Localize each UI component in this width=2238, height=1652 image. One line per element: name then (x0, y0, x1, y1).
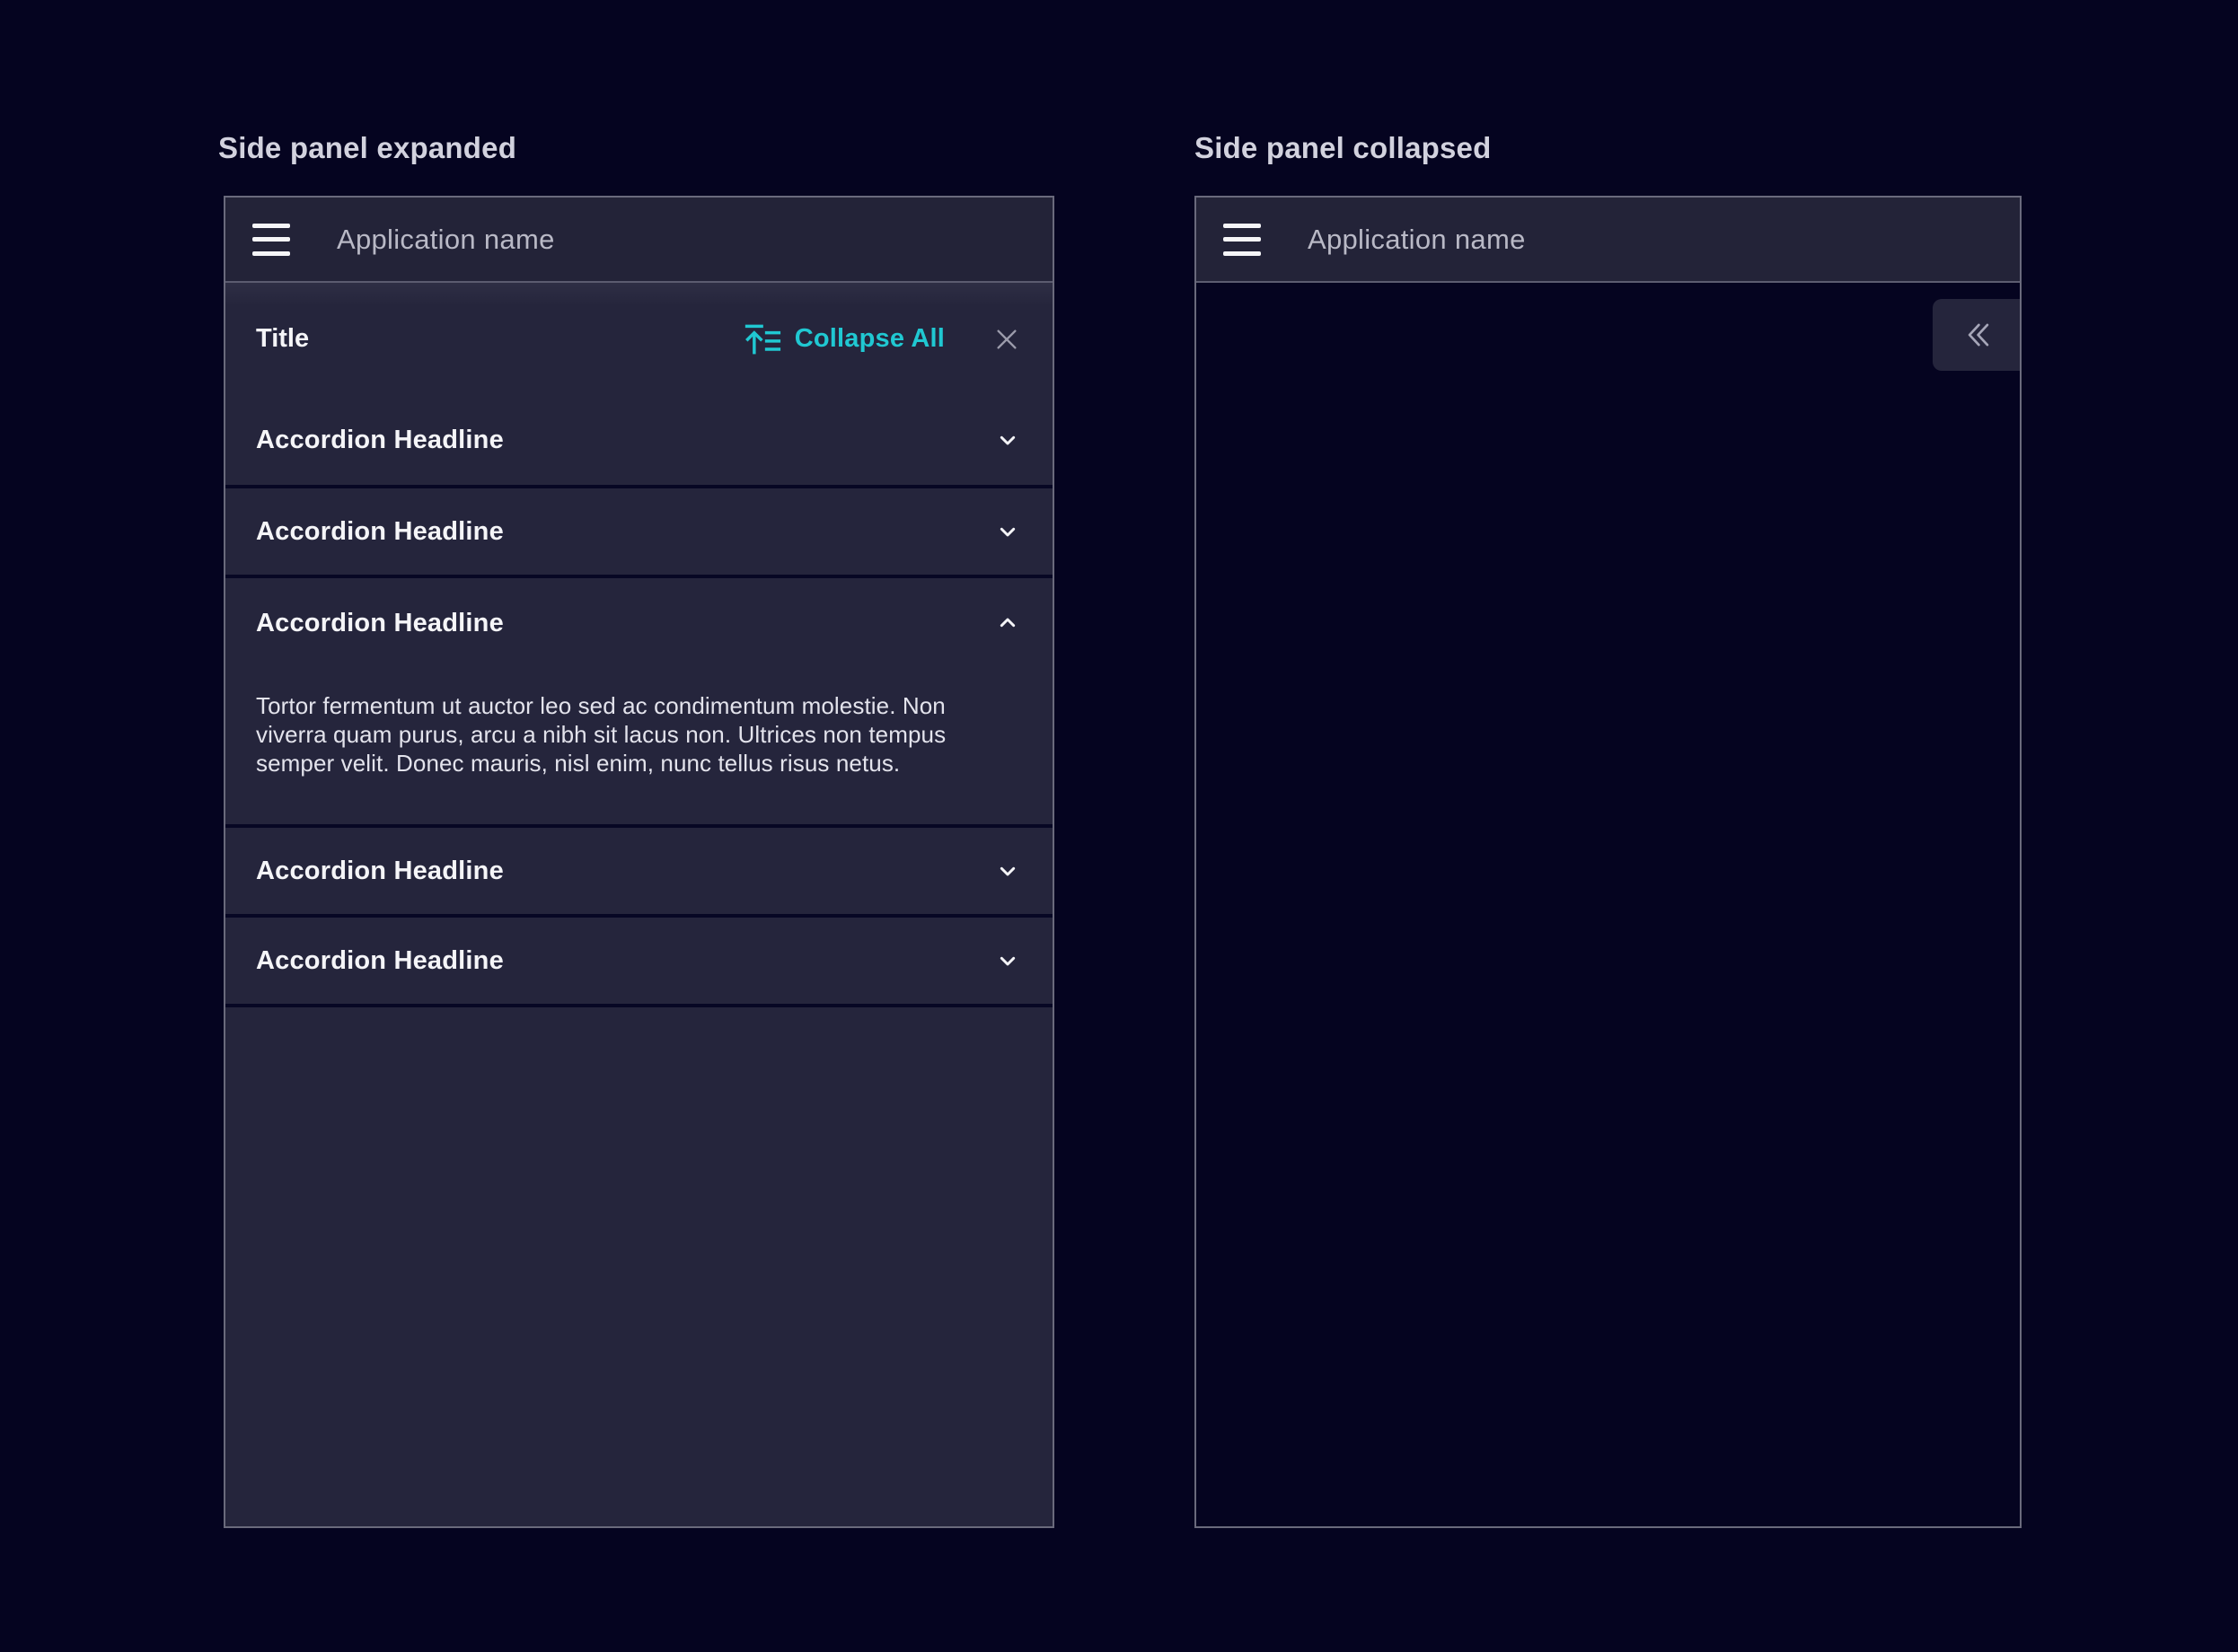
side-panel-title: Title (256, 324, 309, 354)
chevron-down-icon (993, 426, 1022, 454)
collapse-all-label: Collapse All (795, 324, 945, 354)
chevron-down-icon (993, 857, 1022, 885)
close-panel-button[interactable] (991, 324, 1022, 355)
side-panel-content: Title Collapse All (225, 283, 1053, 1526)
side-panel-title-row: Title Collapse All (225, 283, 1053, 395)
collapsed-content (1196, 283, 2020, 1526)
section-label-collapsed: Side panel collapsed (1194, 131, 1491, 165)
app-name: Application name (1308, 224, 1526, 256)
accordion-header-4[interactable]: Accordion Headline (225, 828, 1053, 914)
accordion-header-2[interactable]: Accordion Headline (225, 488, 1053, 575)
app-name: Application name (337, 224, 555, 256)
accordion-header-5[interactable]: Accordion Headline (225, 918, 1053, 1004)
accordion-header-1[interactable]: Accordion Headline (225, 395, 1053, 485)
accordion-headline: Accordion Headline (256, 609, 504, 638)
accordion-headline: Accordion Headline (256, 426, 504, 455)
chevron-down-icon (993, 517, 1022, 546)
double-chevron-left-icon (1958, 318, 1996, 352)
side-panel-expanded: Application name Title Collapse All (224, 196, 1054, 1528)
panel-filler (225, 1007, 1053, 1526)
accordion-body-line: viverra quam purus, arcu a nibh sit lacu… (256, 720, 1022, 749)
menu-icon[interactable] (1223, 224, 1261, 256)
close-icon (992, 325, 1021, 354)
collapse-all-button[interactable]: Collapse All (743, 320, 945, 359)
accordion-headline: Accordion Headline (256, 517, 504, 547)
accordion-body-line: Tortor fermentum ut auctor leo sed ac co… (256, 691, 1022, 720)
design-canvas: Side panel expanded Side panel collapsed… (0, 0, 2238, 1652)
chevron-down-icon (993, 946, 1022, 975)
accordion-body-line: semper velit. Donec mauris, nisl enim, n… (256, 749, 1022, 778)
app-header: Application name (1196, 198, 2020, 283)
accordion-body: Tortor fermentum ut auctor leo sed ac co… (225, 668, 1053, 824)
expand-side-panel-button[interactable] (1933, 299, 2020, 371)
chevron-up-icon (993, 609, 1022, 637)
accordion-headline: Accordion Headline (256, 857, 504, 886)
menu-icon[interactable] (252, 224, 290, 256)
section-label-expanded: Side panel expanded (218, 131, 516, 165)
accordion-header-3[interactable]: Accordion Headline (225, 578, 1053, 668)
collapse-all-icon (743, 320, 782, 359)
accordion-headline: Accordion Headline (256, 946, 504, 976)
side-panel-collapsed: Application name (1194, 196, 2022, 1528)
app-header: Application name (225, 198, 1053, 283)
